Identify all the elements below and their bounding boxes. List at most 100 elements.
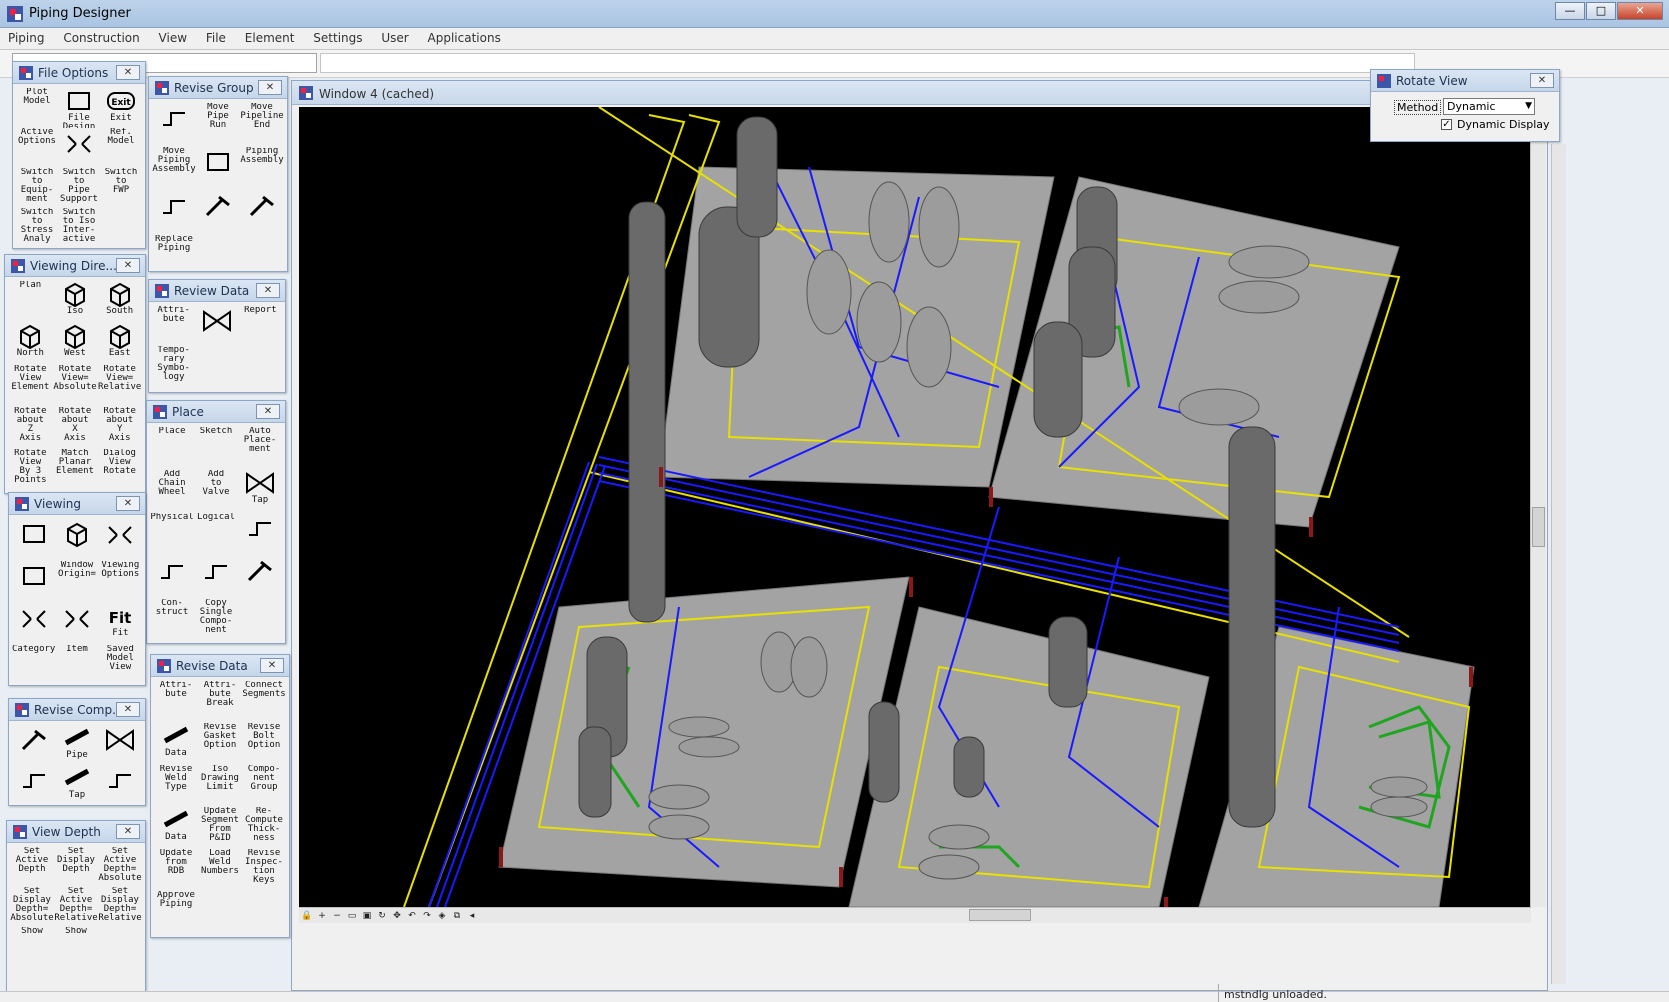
tool-load-weld-numbers[interactable]: Load Weld Numbers <box>198 849 242 891</box>
view-display-icon[interactable]: ◈ <box>435 910 449 922</box>
model-viewport[interactable] <box>299 107 1531 907</box>
tool-attri-bute[interactable]: Attri- bute <box>154 681 198 723</box>
tool-tap[interactable]: Tap <box>238 470 282 513</box>
tool-icon-16[interactable] <box>198 891 242 933</box>
view-lock-icon[interactable]: 🔒 <box>300 910 314 922</box>
view-depth-header[interactable]: View Depth ✕ <box>7 821 145 843</box>
tool-show[interactable]: Show <box>54 927 98 967</box>
tool-rotate-view-absolute[interactable]: Rotate View= Absolute <box>53 365 98 407</box>
tool-icon-0[interactable] <box>12 519 55 561</box>
tool-icon-2[interactable] <box>99 519 142 561</box>
tool-icon-7[interactable] <box>196 191 240 235</box>
tool-item[interactable]: Item <box>55 645 98 685</box>
tool-icon-17[interactable] <box>242 891 286 933</box>
tool-window-origin[interactable]: Window Origin= <box>55 561 98 603</box>
tool-revise-inspec-tion-keys[interactable]: Revise Inspec- tion Keys <box>242 849 286 891</box>
tool-tempo-rary-symbo-logy[interactable]: Tempo- rary Symbo- logy <box>152 346 195 386</box>
pan-view-icon[interactable]: ✥ <box>390 910 404 922</box>
tool-switch-to-pipe-support[interactable]: Switch to Pipe Support <box>58 168 100 208</box>
vertical-scroll-thumb[interactable] <box>1532 507 1545 547</box>
tool-logical[interactable]: Logical <box>194 513 238 556</box>
tool-show[interactable]: Show <box>10 927 54 967</box>
close-palette-icon[interactable]: ✕ <box>116 824 140 839</box>
tool-set-active-depth[interactable]: Set Active Depth <box>10 847 54 887</box>
tool-dialog-view-rotate[interactable]: Dialog View Rotate <box>97 449 142 491</box>
tool-connect-segments[interactable]: Connect Segments <box>242 681 286 723</box>
tool-icon-11[interactable] <box>240 235 284 271</box>
tool-icon-6[interactable] <box>152 191 196 235</box>
tool-icon-11[interactable] <box>238 556 282 599</box>
close-button[interactable]: ✕ <box>1617 2 1663 20</box>
tool-set-display-depth[interactable]: Set Display Depth <box>54 847 98 887</box>
tool-icon-4[interactable] <box>196 147 240 191</box>
menu-element[interactable]: Element <box>237 28 302 45</box>
close-palette-icon[interactable]: ✕ <box>260 658 284 673</box>
tool-compo-nent-group[interactable]: Compo- nent Group <box>242 765 286 807</box>
close-palette-icon[interactable]: ✕ <box>256 283 280 298</box>
close-palette-icon[interactable]: ✕ <box>1530 73 1554 88</box>
close-palette-icon[interactable]: ✕ <box>116 496 140 511</box>
menu-file[interactable]: File <box>198 28 233 45</box>
menu-view[interactable]: View <box>151 28 194 45</box>
menu-piping[interactable]: Piping <box>0 28 51 45</box>
tool-icon-8[interactable] <box>238 513 282 556</box>
rotate-view-icon[interactable]: ↻ <box>375 910 389 922</box>
menu-construction[interactable]: Construction <box>55 28 146 45</box>
fit-view-icon[interactable]: ▣ <box>360 910 374 922</box>
tool-rotate-about-y-axis[interactable]: Rotate about Y Axis <box>97 407 142 449</box>
tool-icon-2[interactable] <box>99 725 142 765</box>
tool-con-struct[interactable]: Con- struct <box>150 599 194 642</box>
tool-approve-piping[interactable]: Approve Piping <box>154 891 198 933</box>
tool-data[interactable]: Data <box>154 723 198 765</box>
tool-exit[interactable]: Exit Exit <box>100 88 142 128</box>
tool-icon-1[interactable] <box>55 519 98 561</box>
zoom-out-icon[interactable]: − <box>330 910 344 922</box>
tool-icon-7[interactable] <box>55 603 98 645</box>
tool-active-options[interactable]: Active Options <box>16 128 58 168</box>
tool-re-compute-thick-ness[interactable]: Re- Compute Thick- ness <box>242 807 286 849</box>
menu-user[interactable]: User <box>373 28 415 45</box>
right-scrollbar[interactable] <box>1551 144 1566 984</box>
tool-file-design[interactable]: File Design <box>58 88 100 128</box>
tool-east[interactable]: East <box>97 323 142 365</box>
review-data-header[interactable]: Review Data ✕ <box>149 280 285 302</box>
place-header[interactable]: Place ✕ <box>147 401 285 423</box>
tool-iso-drawing-limit[interactable]: Iso Drawing Limit <box>198 765 242 807</box>
close-palette-icon[interactable]: ✕ <box>256 404 280 419</box>
tool-icon-0[interactable] <box>152 103 196 147</box>
menu-settings[interactable]: Settings <box>305 28 369 45</box>
tool-report[interactable]: Report <box>239 306 282 346</box>
tool-icon-3[interactable] <box>12 765 55 805</box>
tool-physical[interactable]: Physical <box>150 513 194 556</box>
window-area-icon[interactable]: ▭ <box>345 910 359 922</box>
tool-south[interactable]: South <box>97 281 142 323</box>
tool-tap[interactable]: Tap <box>55 765 98 805</box>
tool-update-segment-from-p-id[interactable]: Update Segment From P&ID <box>198 807 242 849</box>
tool-set-display-depth-relative[interactable]: Set Display Depth= Relative <box>98 887 142 927</box>
tool-icon-5[interactable] <box>239 346 282 386</box>
tool-move-pipe-run[interactable]: Move Pipe Run <box>196 103 240 147</box>
revise-group-header[interactable]: Revise Group ✕ <box>149 77 287 99</box>
view-next-icon[interactable]: ↷ <box>420 910 434 922</box>
tool-replace-piping[interactable]: Replace Piping <box>152 235 196 271</box>
tool-north[interactable]: North <box>8 323 53 365</box>
tool-set-active-depth-relative[interactable]: Set Active Depth= Relative <box>54 887 98 927</box>
viewing-header[interactable]: Viewing ✕ <box>9 493 145 515</box>
tool-icon-4[interactable] <box>58 128 100 168</box>
tool-icon-1[interactable] <box>195 306 238 346</box>
tool-sketch[interactable]: Sketch <box>194 427 238 470</box>
tool-update-from-rdb[interactable]: Update from RDB <box>154 849 198 891</box>
tool-piping-assembly[interactable]: Piping Assembly <box>240 147 284 191</box>
tool-attri-bute-break[interactable]: Attri- bute Break <box>198 681 242 723</box>
revise-comp-header[interactable]: Revise Comp... ✕ <box>9 699 145 721</box>
tool-rotate-view-element[interactable]: Rotate View Element <box>8 365 53 407</box>
tool-switch-to-iso-inter-active[interactable]: Switch to Iso Inter- active <box>58 208 100 248</box>
tool-set-display-depth-absolute[interactable]: Set Display Depth= Absolute <box>10 887 54 927</box>
tool-rotate-view-relative[interactable]: Rotate View= Relative <box>97 365 142 407</box>
tool-icon-3[interactable] <box>12 561 55 603</box>
tool-switch-to-stress-analy[interactable]: Switch to Stress Analy <box>16 208 58 248</box>
tool-revise-weld-type[interactable]: Revise Weld Type <box>154 765 198 807</box>
tool-fit[interactable]: Fit Fit <box>99 603 142 645</box>
tool-plot-model[interactable]: Plot Model <box>16 88 58 128</box>
tool-saved-model-view[interactable]: Saved Model View <box>99 645 142 685</box>
